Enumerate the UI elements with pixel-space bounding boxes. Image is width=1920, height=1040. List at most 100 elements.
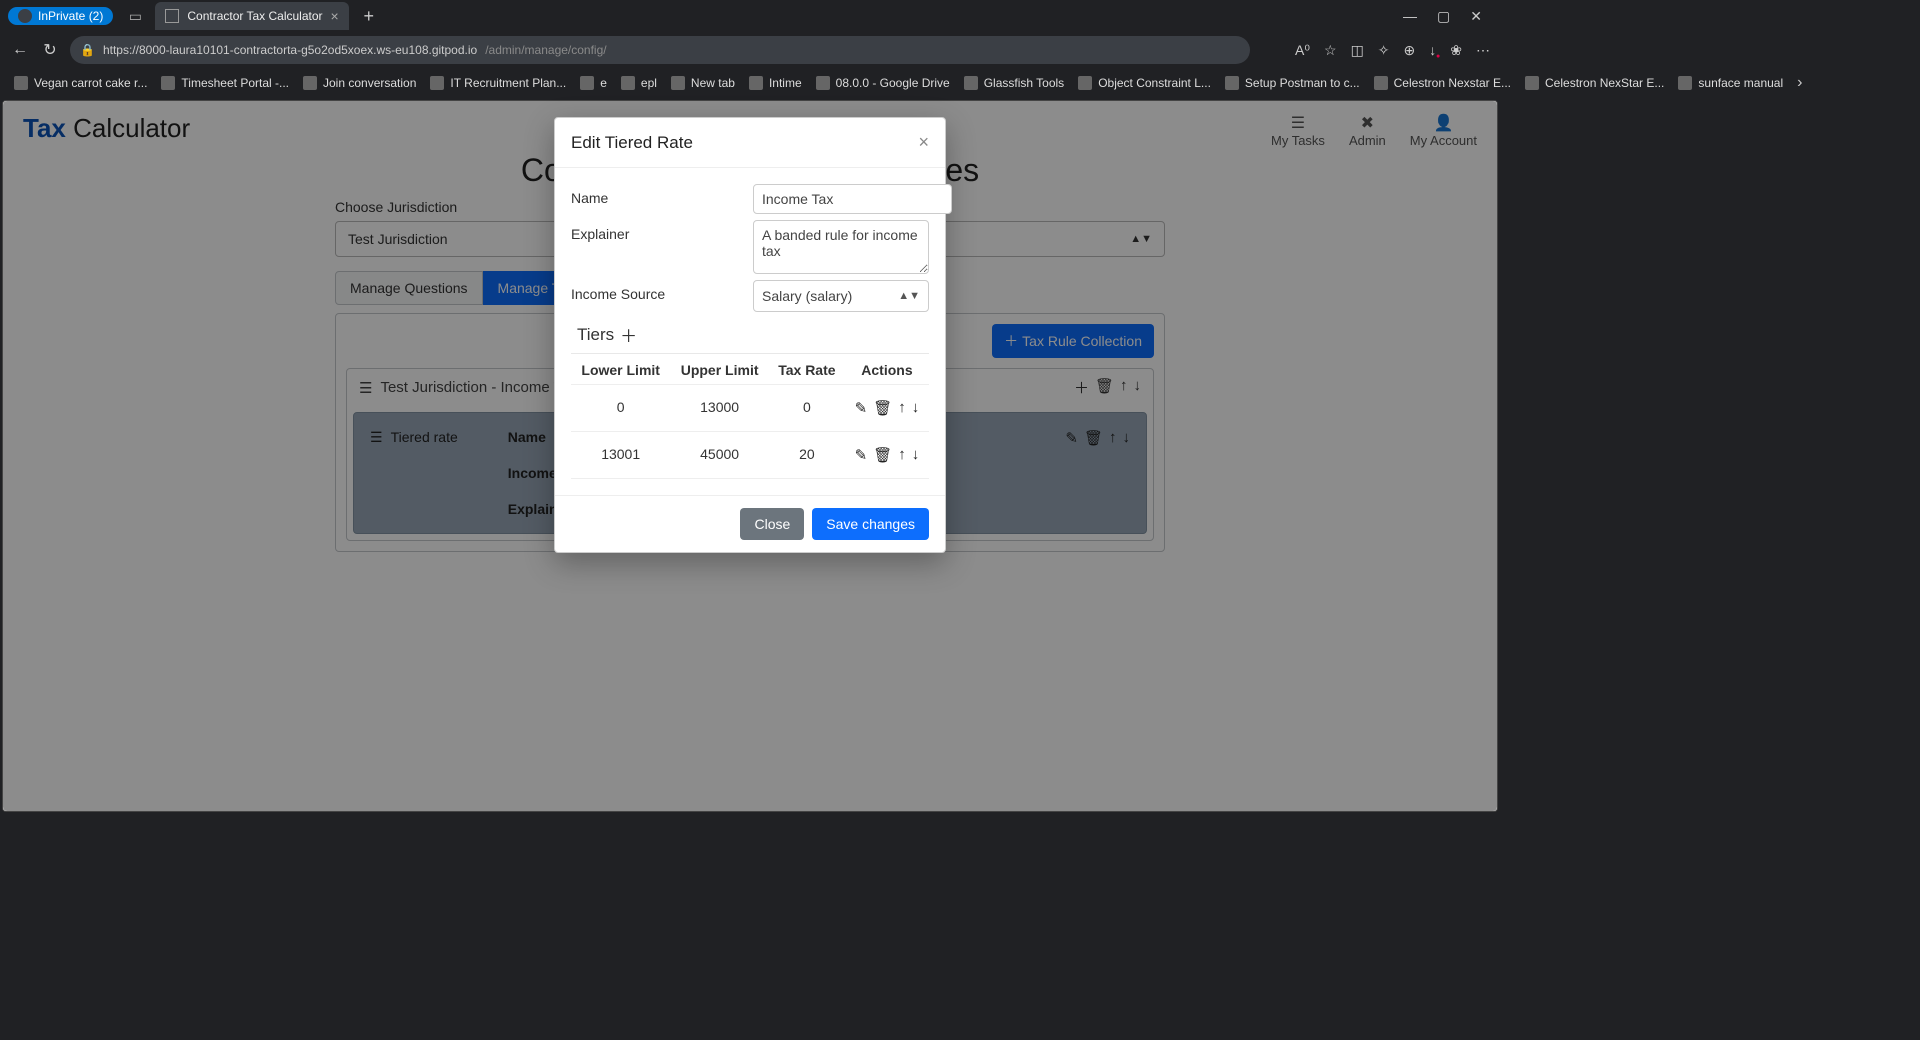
bookmark-icon [816,76,830,90]
chevron-updown-icon: ▲▼ [898,290,920,302]
address-bar[interactable]: 🔒 https://8000-laura10101-contractorta-g… [70,36,1250,64]
reader-icon[interactable]: A⁰ [1295,42,1310,59]
bookmark-label: Celestron Nexstar E... [1394,76,1511,90]
bookmark-icon [1225,76,1239,90]
tier-lower: 0 [571,385,670,432]
income-source-label: Income Source [571,280,741,302]
tier-rate: 20 [769,432,845,479]
explainer-label: Explainer [571,220,741,242]
tab-title: Contractor Tax Calculator [187,9,322,23]
move-down-icon[interactable]: ↓ [912,446,920,464]
close-window-icon[interactable]: ✕ [1470,8,1482,25]
bookmark-icon [14,76,28,90]
modal-header: Edit Tiered Rate × [555,118,945,168]
inprivate-badge: InPrivate (2) [8,7,113,25]
move-down-icon[interactable]: ↓ [912,399,920,417]
tiers-heading-row: Tiers ＋ [571,322,929,354]
url-path: /admin/manage/config/ [485,43,606,57]
name-input[interactable] [753,184,952,214]
bookmark-label: Setup Postman to c... [1245,76,1360,90]
bookmark-icon [621,76,635,90]
more-icon[interactable]: ⋯ [1476,42,1490,59]
back-icon[interactable]: ← [10,41,30,59]
income-source-select[interactable]: Salary (salary) ▲▼ [753,280,929,312]
bookmark-item[interactable]: sunface manual [1678,76,1783,90]
col-upper-limit: Upper Limit [670,356,769,385]
save-changes-button[interactable]: Save changes [812,508,929,540]
bookmarks-bar: Vegan carrot cake r... Timesheet Portal … [0,68,1500,98]
bookmark-icon [430,76,444,90]
bookmark-icon [1678,76,1692,90]
modal-body: Name Explainer Income Source Salary (sal… [555,168,945,495]
refresh-icon[interactable]: ↻ [40,40,60,60]
tiers-table: Lower Limit Upper Limit Tax Rate Actions… [571,356,929,479]
browser-chrome: InPrivate (2) ▭ Contractor Tax Calculato… [0,0,1500,98]
minimize-icon[interactable]: — [1403,8,1417,25]
modal-close-icon[interactable]: × [918,132,929,153]
close-button[interactable]: Close [740,508,804,540]
tier-row: 13001 45000 20 ✎ 🗑 ↑ ↓ [571,432,929,479]
bookmark-item[interactable]: Glassfish Tools [964,76,1064,90]
edit-tiered-rate-modal: Edit Tiered Rate × Name Explainer Income… [554,117,946,553]
bookmark-label: Object Constraint L... [1098,76,1211,90]
col-tax-rate: Tax Rate [769,356,845,385]
explainer-input[interactable] [753,220,929,274]
move-up-icon[interactable]: ↑ [898,446,906,464]
tier-upper: 45000 [670,432,769,479]
tab-active[interactable]: Contractor Tax Calculator × [155,2,348,30]
favorites-icon[interactable]: ✧ [1378,42,1390,59]
add-tier-icon[interactable]: ＋ [620,322,637,347]
bookmark-icon [161,76,175,90]
bookmark-item[interactable]: Setup Postman to c... [1225,76,1360,90]
bookmark-item[interactable]: Celestron Nexstar E... [1374,76,1511,90]
star-icon[interactable]: ☆ [1324,42,1337,59]
bookmark-label: Timesheet Portal -... [181,76,289,90]
bookmark-label: IT Recruitment Plan... [450,76,566,90]
bookmark-label: Join conversation [323,76,416,90]
bookmark-icon [580,76,594,90]
modal-title: Edit Tiered Rate [571,133,693,153]
delete-icon[interactable]: 🗑 [873,446,892,464]
bookmark-item[interactable]: Timesheet Portal -... [161,76,289,90]
page-icon [165,9,179,23]
bookmark-icon [964,76,978,90]
bookmarks-overflow-icon[interactable]: › [1797,74,1802,92]
bookmark-item[interactable]: Join conversation [303,76,416,90]
bookmark-item[interactable]: Object Constraint L... [1078,76,1211,90]
new-tab-button[interactable]: + [355,6,383,27]
tier-lower: 13001 [571,432,670,479]
modal-footer: Close Save changes [555,495,945,552]
downloads-icon[interactable]: ↓ [1429,42,1436,58]
bookmark-icon [1525,76,1539,90]
bookmark-item[interactable]: IT Recruitment Plan... [430,76,566,90]
page: Tax Calculator ☰My Tasks ✖Admin 👤My Acco… [2,100,1498,812]
close-tab-icon[interactable]: × [331,8,339,24]
collections-icon[interactable]: ⊕ [1404,42,1416,59]
edit-icon[interactable]: ✎ [855,446,868,464]
extensions-icon[interactable]: ❀ [1450,42,1462,59]
bookmark-item[interactable]: epl [621,76,657,90]
bookmark-item[interactable]: 08.0.0 - Google Drive [816,76,950,90]
delete-icon[interactable]: 🗑 [873,399,892,417]
inprivate-label: InPrivate (2) [38,9,103,23]
bookmark-item[interactable]: Vegan carrot cake r... [14,76,147,90]
move-up-icon[interactable]: ↑ [898,399,906,417]
bookmark-label: epl [641,76,657,90]
bookmark-icon [1078,76,1092,90]
split-icon[interactable]: ◫ [1351,42,1364,59]
bookmark-label: Celestron NexStar E... [1545,76,1664,90]
window-controls: — ▢ ✕ [1403,8,1492,25]
bookmark-item[interactable]: Celestron NexStar E... [1525,76,1664,90]
bookmark-item[interactable]: e [580,76,607,90]
maximize-icon[interactable]: ▢ [1437,8,1450,25]
bookmark-label: Intime [769,76,802,90]
bookmark-item[interactable]: Intime [749,76,802,90]
bookmark-label: New tab [691,76,735,90]
bookmark-item[interactable]: New tab [671,76,735,90]
edit-icon[interactable]: ✎ [855,399,868,417]
col-lower-limit: Lower Limit [571,356,670,385]
bookmark-icon [749,76,763,90]
bookmark-label: Vegan carrot cake r... [34,76,147,90]
tab-actions-icon[interactable]: ▭ [123,4,147,28]
bookmark-icon [671,76,685,90]
